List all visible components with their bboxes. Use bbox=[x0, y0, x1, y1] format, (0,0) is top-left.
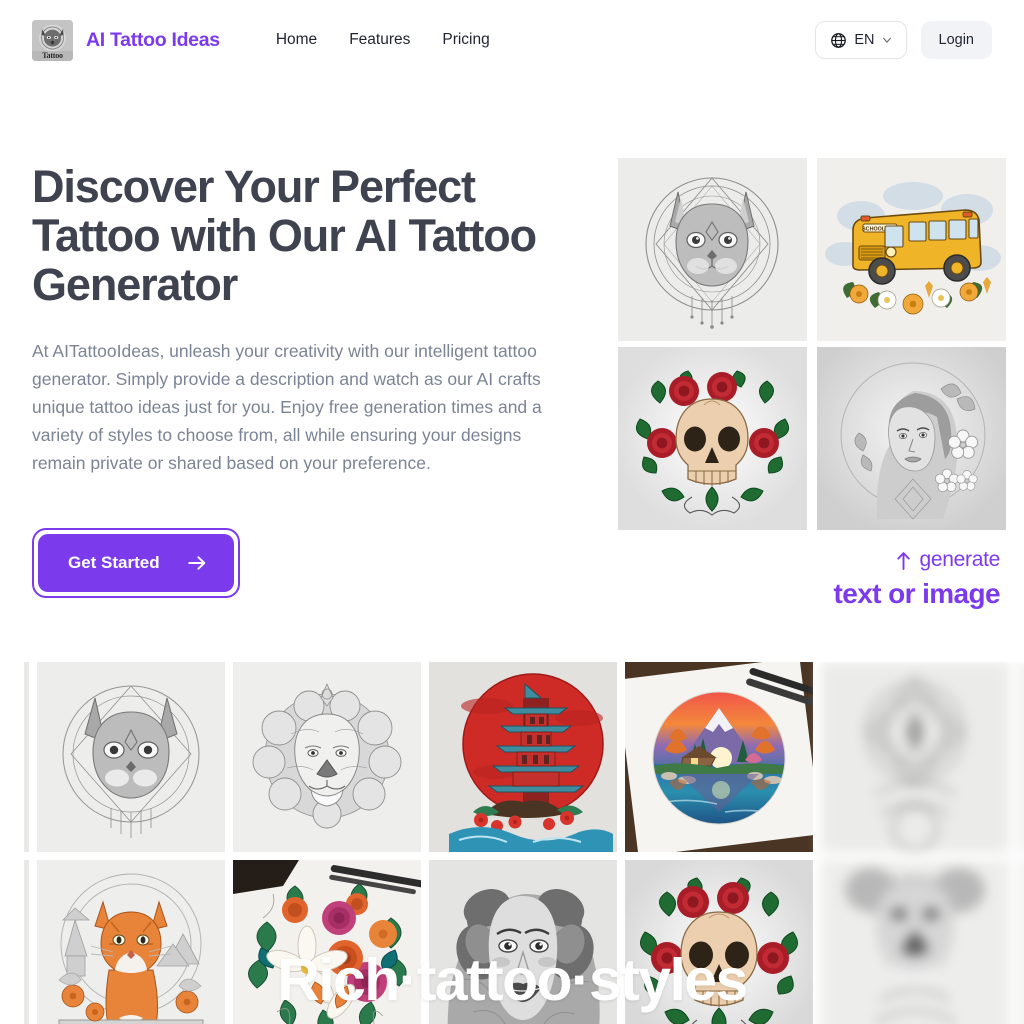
globe-icon bbox=[831, 32, 847, 48]
gallery-row-2 bbox=[0, 860, 1024, 1024]
get-started-label: Get Started bbox=[68, 553, 160, 572]
generate-line-1: generate bbox=[618, 548, 1000, 572]
styles-gallery: Rich·tattoo·styles bbox=[0, 662, 1024, 1024]
nav-item-home[interactable]: Home bbox=[276, 31, 317, 49]
logo-wordmark: Tattoo bbox=[42, 50, 63, 60]
hero-description: At AITattooIdeas, unleash your creativit… bbox=[32, 341, 542, 473]
login-button[interactable]: Login bbox=[920, 21, 992, 59]
language-selector[interactable]: EN bbox=[815, 21, 907, 59]
get-started-focus-ring: Get Started bbox=[32, 528, 240, 598]
nav-item-features[interactable]: Features bbox=[349, 31, 410, 49]
brand[interactable]: Tattoo AI Tattoo Ideas bbox=[32, 19, 220, 61]
gallery-item-vintage-woman[interactable] bbox=[429, 860, 617, 1024]
gallery-item-branch-blurred-2[interactable] bbox=[1017, 860, 1024, 1024]
arrow-up-icon bbox=[897, 551, 911, 570]
gallery-item-mountain-lake[interactable] bbox=[625, 662, 813, 852]
get-started-button[interactable]: Get Started bbox=[38, 534, 234, 592]
language-value: EN bbox=[854, 32, 875, 48]
arrow-right-icon bbox=[187, 556, 205, 570]
gallery-item-branch-blurred[interactable] bbox=[1017, 662, 1024, 852]
main-nav: Home Features Pricing bbox=[276, 31, 490, 49]
landing-page: Tattoo AI Tattoo Ideas Home Features Pri… bbox=[0, 0, 1024, 1024]
hero-image-skull-roses[interactable] bbox=[618, 347, 807, 530]
header-actions: EN Login bbox=[815, 21, 992, 59]
hero-copy: Discover Your Perfect Tattoo with Our AI… bbox=[32, 162, 588, 477]
brand-name: AI Tattoo Ideas bbox=[86, 28, 220, 51]
gallery-item-clipped-left-2 bbox=[24, 860, 29, 1024]
gallery-row-1 bbox=[0, 662, 1024, 852]
gallery-item-mandala-lion[interactable] bbox=[233, 662, 421, 852]
site-header: Tattoo AI Tattoo Ideas Home Features Pri… bbox=[0, 0, 1024, 80]
gallery-item-orange-cat[interactable] bbox=[37, 860, 225, 1024]
generate-line-2: text or image bbox=[833, 578, 1001, 609]
nav-item-pricing[interactable]: Pricing bbox=[442, 31, 489, 49]
gallery-item-pagoda[interactable] bbox=[429, 662, 617, 852]
generate-annotation: generate text or image bbox=[618, 548, 1006, 610]
generate-label: generate bbox=[919, 548, 1000, 571]
gallery-item-clipped-left bbox=[24, 662, 29, 852]
gallery-item-lion-blurred[interactable] bbox=[821, 860, 1009, 1024]
hero-image-mandala-cat[interactable] bbox=[618, 158, 807, 341]
gallery-item-mandala-blurred[interactable] bbox=[821, 662, 1009, 852]
wolf-head-logo-icon: Tattoo bbox=[32, 19, 73, 61]
page-title: Discover Your Perfect Tattoo with Our AI… bbox=[32, 161, 537, 310]
hero-image-school-bus[interactable]: SCHOOL BUS bbox=[817, 158, 1006, 341]
gallery-item-mandala-cat[interactable] bbox=[37, 662, 225, 852]
hero-image-woman-portrait[interactable] bbox=[817, 347, 1006, 530]
chevron-down-icon bbox=[882, 37, 891, 43]
gallery-item-skull-roses[interactable] bbox=[625, 860, 813, 1024]
hero-image-grid: SCHOOL BUS bbox=[618, 158, 1006, 530]
gallery-item-floral-bouquet[interactable] bbox=[233, 860, 421, 1024]
